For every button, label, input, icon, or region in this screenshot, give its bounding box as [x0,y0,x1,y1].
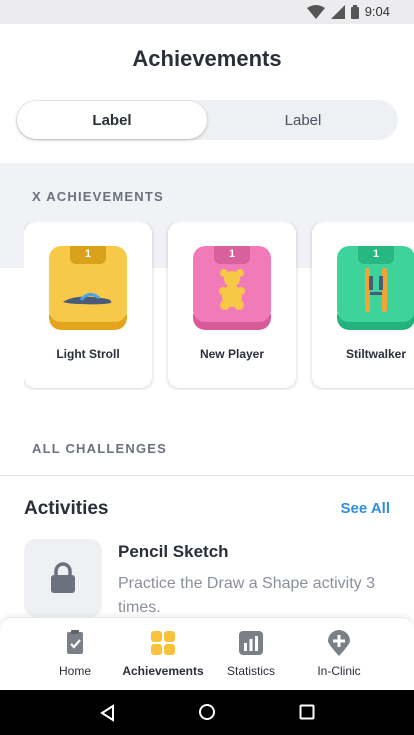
stilts-icon [365,268,387,312]
achievement-label: Light Stroll [56,347,120,361]
badge-level: 1 [70,246,106,264]
achievement-card-new-player[interactable]: 1 New Player [168,222,296,388]
activities-title: Activities [24,498,109,519]
tab-home[interactable]: Home [31,630,119,678]
achievement-card-light-stroll[interactable]: 1 Light Stroll [24,222,152,388]
tab-in-clinic[interactable]: In-Clinic [295,630,383,678]
achievement-card-stiltwalker[interactable]: 1 Stiltwalker [312,222,414,388]
status-time: 9:04 [364,4,390,19]
bottom-tab-bar: Home Achievements Statistics In-Clinic [0,617,414,690]
back-icon[interactable] [99,704,115,722]
activity-description: Practice the Draw a Shape activity 3 tim… [118,575,376,616]
activity-thumbnail-locked[interactable] [24,539,102,617]
achievement-cards-carousel[interactable]: 1 Light Stroll 1 New Player 1 Stiltwalke… [24,222,414,390]
see-all-link[interactable]: See All [341,500,390,517]
sandal-icon [63,293,112,305]
achievement-label: Stiltwalker [345,347,407,361]
wifi-icon [306,4,325,19]
bar-chart-icon [239,631,263,655]
system-navigation-bar [0,690,414,735]
segment-tab-1[interactable]: Label [17,101,207,139]
tab-label: Home [58,664,91,678]
home-circle-icon[interactable] [198,703,216,721]
recents-icon[interactable] [299,704,315,720]
achievements-grid-icon [151,631,175,655]
badge-level: 1 [214,246,250,264]
segmented-control: Label Label [16,100,398,140]
location-plus-icon [328,630,350,656]
lock-icon [51,562,75,593]
achievements-section-label: X ACHIEVEMENTS [32,189,164,204]
page-title: Achievements [132,46,282,71]
activity-title[interactable]: Pencil Sketch [118,542,229,562]
status-bar: 9:04 [0,0,414,24]
clipboard-check-icon [67,630,83,654]
badge-level: 1 [358,246,394,264]
battery-icon [350,4,359,19]
tab-achievements[interactable]: Achievements [119,630,207,678]
status-icons: 9:04 [306,4,390,19]
divider [0,475,414,476]
achievement-label: New Player [199,347,265,361]
gummy-bear-icon [219,269,245,310]
achievement-badge: 1 [49,246,127,330]
challenges-section-label: ALL CHALLENGES [32,441,168,456]
achievement-badge: 1 [337,246,414,330]
tab-statistics[interactable]: Statistics [207,630,295,678]
tab-label: Statistics [226,664,275,678]
tab-label: In-Clinic [317,664,361,678]
tab-label: Achievements [122,664,204,678]
achievement-badge: 1 [193,246,271,330]
signal-icon [330,4,345,19]
segment-tab-2[interactable]: Label [208,100,398,140]
